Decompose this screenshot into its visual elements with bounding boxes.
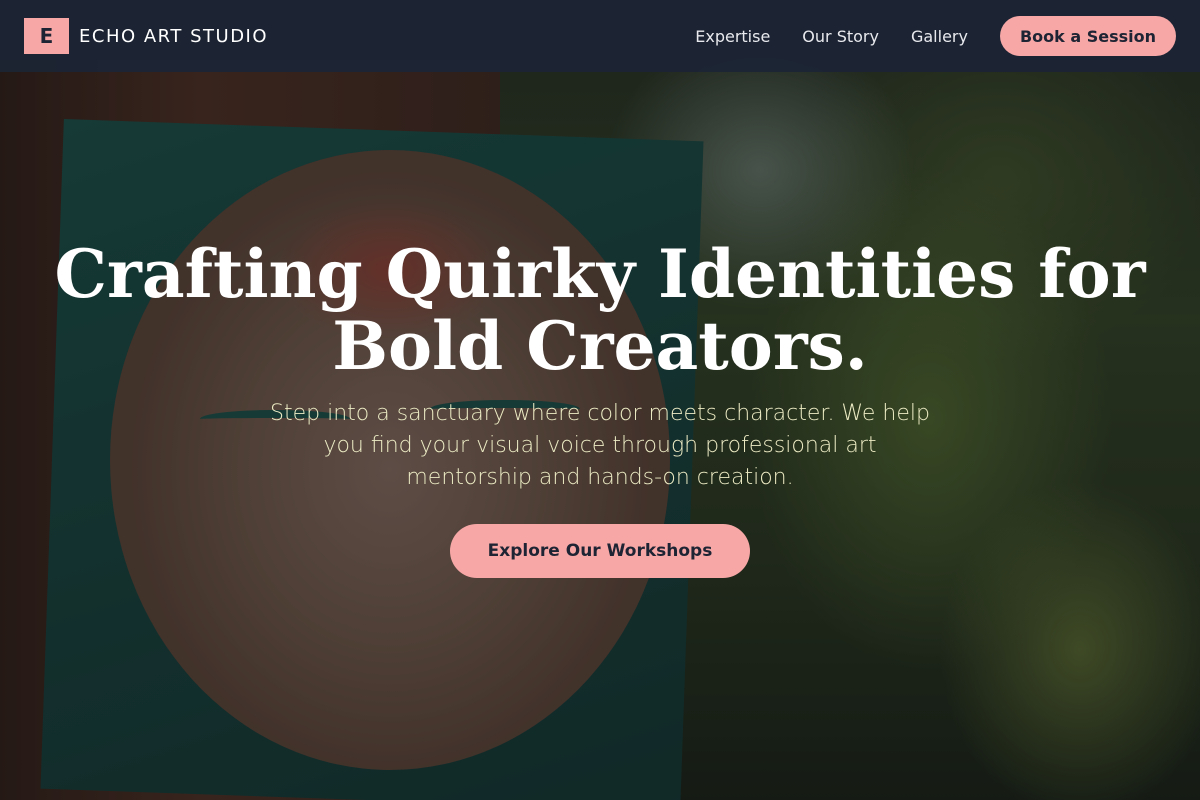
nav-link-expertise[interactable]: Expertise [695,27,770,46]
brand-name: ECHO ART STUDIO [79,25,269,47]
brand-mark: E [24,18,69,54]
brand-logo[interactable]: E ECHO ART STUDIO [24,18,268,54]
hero-title: Crafting Quirky Identities for Bold Crea… [54,235,1146,385]
nav-link-our-story[interactable]: Our Story [802,27,879,46]
nav-links: Expertise Our Story Gallery Book a Sessi… [695,16,1176,56]
hero-section: Crafting Quirky Identities for Bold Crea… [0,238,1200,578]
top-navbar: E ECHO ART STUDIO Expertise Our Story Ga… [0,0,1200,72]
explore-workshops-button[interactable]: Explore Our Workshops [450,524,750,578]
hero-subtitle: Step into a sanctuary where color meets … [270,401,930,490]
nav-link-gallery[interactable]: Gallery [911,27,968,46]
book-session-button[interactable]: Book a Session [999,16,1176,56]
